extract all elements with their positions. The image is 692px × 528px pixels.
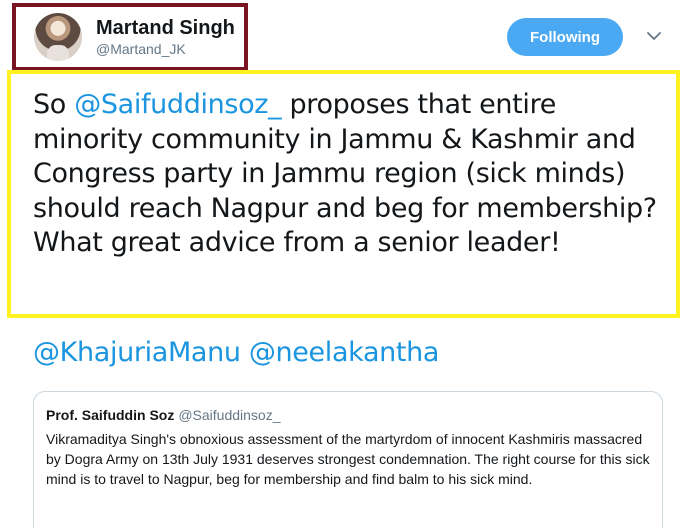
quoted-tweet-text: Vikramaditya Singh's obnoxious assessmen… [46,431,650,487]
mention-link-khajuriamanu[interactable]: @KhajuriaManu [33,337,241,368]
tweet-highlight-box: So @Saifuddinsoz_ proposes that entire m… [7,70,680,318]
quoted-author-handle: @Saifuddinsoz_ [178,407,281,423]
quoted-tweet-card[interactable]: Prof. Saifuddin Soz @Saifuddinsoz_ Vikram… [33,391,663,528]
profile-highlight-box: Martand Singh @Martand_JK [12,3,248,71]
mention-link-neelakantha[interactable]: @neelakantha [249,337,440,368]
avatar[interactable] [34,13,82,61]
tweet-text-prefix: So [33,89,75,120]
author-handle[interactable]: @Martand_JK [96,40,235,58]
chevron-down-icon[interactable] [646,28,662,44]
reply-mentions: @KhajuriaManu @neelakantha [33,337,439,369]
tweet-text: So @Saifuddinsoz_ proposes that entire m… [33,88,673,261]
quoted-tweet-header: Prof. Saifuddin Soz @Saifuddinsoz_ [46,405,650,425]
author-info[interactable]: Martand Singh @Martand_JK [96,16,235,58]
following-button[interactable]: Following [507,18,623,56]
tweet-mention-link[interactable]: @Saifuddinsoz_ [74,89,281,120]
author-display-name[interactable]: Martand Singh [96,16,235,40]
quoted-author-name: Prof. Saifuddin Soz [46,407,175,423]
